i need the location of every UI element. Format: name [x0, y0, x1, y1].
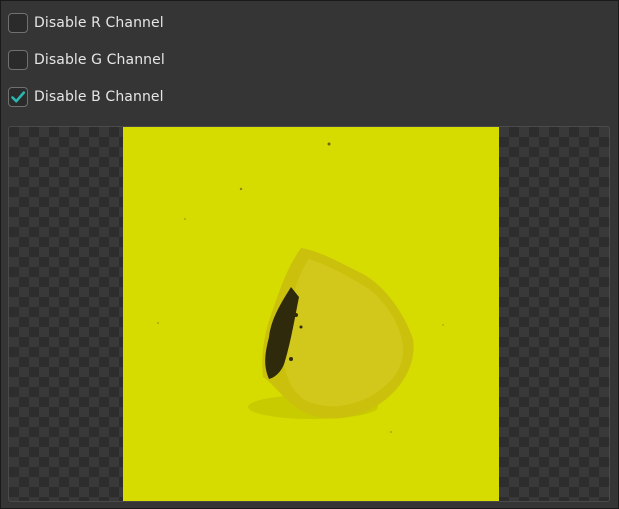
- disable-b-channel-label: Disable B Channel: [34, 89, 164, 105]
- checkbox-box[interactable]: [8, 13, 28, 33]
- checkbox-box[interactable]: [8, 87, 28, 107]
- checkmark-icon: [11, 91, 26, 103]
- channel-preview-image: [123, 127, 499, 501]
- image-viewer[interactable]: [8, 126, 610, 502]
- disable-g-channel-label: Disable G Channel: [34, 52, 165, 68]
- disable-r-channel-label: Disable R Channel: [34, 15, 164, 31]
- app-window: Disable R Channel Disable G Channel Disa…: [0, 0, 619, 509]
- disable-g-channel-checkbox[interactable]: Disable G Channel: [8, 48, 165, 72]
- disable-r-channel-checkbox[interactable]: Disable R Channel: [8, 11, 164, 35]
- photo-content: [123, 127, 499, 501]
- checkbox-box[interactable]: [8, 50, 28, 70]
- disable-b-channel-checkbox[interactable]: Disable B Channel: [8, 85, 164, 109]
